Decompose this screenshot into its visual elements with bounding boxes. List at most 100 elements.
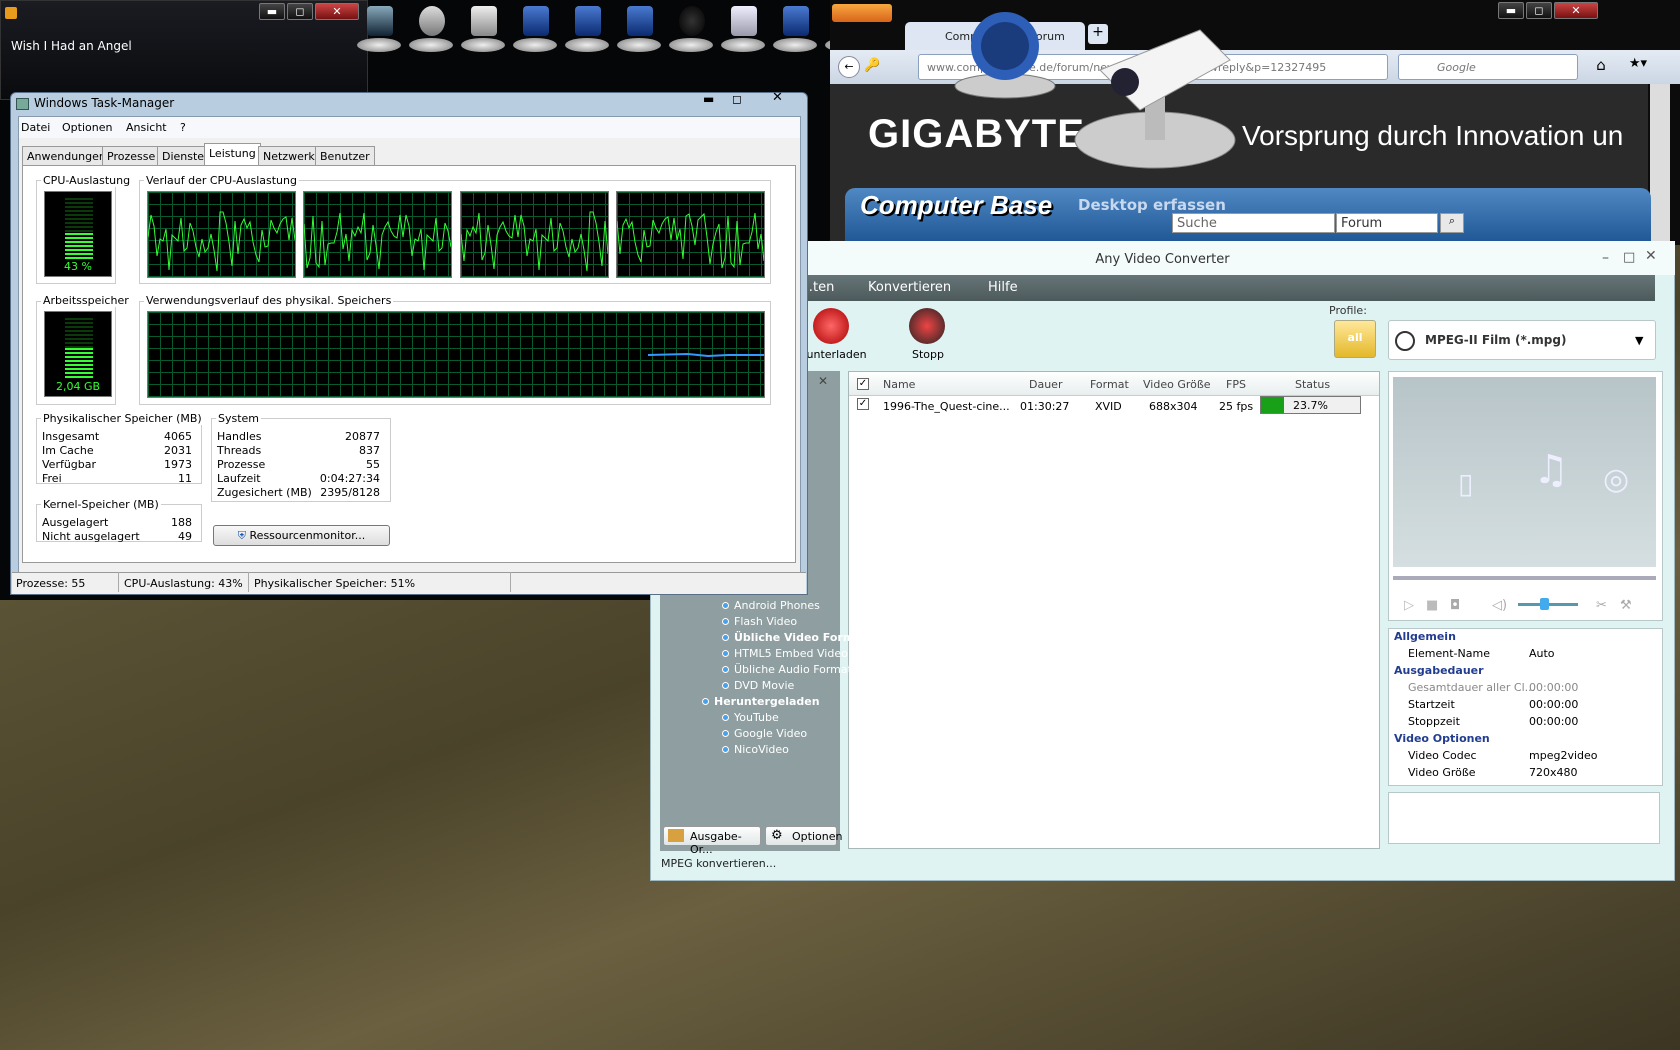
menu-help[interactable]: Hilfe xyxy=(988,280,1018,295)
tree-item[interactable]: Google Video xyxy=(722,727,807,740)
avc-close-button[interactable]: ✕ xyxy=(1645,248,1657,264)
tree-item[interactable]: Flash Video xyxy=(722,615,797,628)
dock-icon-folder[interactable] xyxy=(615,2,663,52)
prop-value[interactable]: Auto xyxy=(1529,647,1555,660)
tab-netzwerk[interactable]: Netzwerk xyxy=(258,146,320,166)
avc-minimize-button[interactable]: – xyxy=(1602,250,1609,266)
col-duration[interactable]: Dauer xyxy=(1029,378,1062,391)
menu-datei[interactable]: Datei xyxy=(21,121,50,134)
back-button[interactable]: ← xyxy=(838,56,860,78)
volume-thumb[interactable] xyxy=(1540,598,1549,610)
tm-close-button[interactable]: ✕ xyxy=(772,90,783,105)
tree-node-icon xyxy=(722,602,729,609)
col-name[interactable]: Name xyxy=(883,378,915,391)
recycle-bin-icon[interactable] xyxy=(719,2,767,52)
close-button[interactable]: ✕ xyxy=(315,3,359,20)
kv-key: Zugesichert (MB) xyxy=(217,486,312,499)
tm-minimize-button[interactable]: ▬ xyxy=(703,92,714,106)
tree-item[interactable]: Android Phones xyxy=(722,599,820,612)
profile-label: Profile: xyxy=(1329,304,1367,317)
row-checkbox[interactable]: ✓ xyxy=(857,398,869,410)
ff-maximize-button[interactable]: ◻ xyxy=(1526,2,1552,19)
prop-value[interactable]: 00:00:00 xyxy=(1529,698,1578,711)
ff-close-button[interactable]: ✕ xyxy=(1554,2,1598,19)
seek-bar[interactable] xyxy=(1393,576,1656,580)
mem-value: 2,04 GB xyxy=(55,380,101,393)
dock-icon-folder[interactable] xyxy=(771,2,819,52)
prop-value[interactable]: mpeg2video xyxy=(1529,749,1598,762)
key-icon[interactable]: 🔑 xyxy=(864,58,882,76)
minimize-button[interactable]: ▬ xyxy=(259,3,285,20)
firefox-menu-button[interactable] xyxy=(832,4,892,22)
dock-icon-gauge[interactable] xyxy=(667,2,715,52)
menu-convert[interactable]: Konvertieren xyxy=(868,280,951,295)
download-icon[interactable] xyxy=(813,308,849,344)
kv-key: Handles xyxy=(217,430,262,443)
menu-optionen[interactable]: Optionen xyxy=(62,121,112,134)
tab-anwendungen[interactable]: Anwendungen xyxy=(22,146,111,166)
settings-icon[interactable]: ⚒ xyxy=(1620,598,1632,613)
search-icon[interactable]: ⌕ xyxy=(1440,213,1464,233)
tab-benutzer[interactable]: Benutzer xyxy=(315,146,375,166)
col-fps[interactable]: FPS xyxy=(1226,378,1246,391)
ff-scrollbar[interactable] xyxy=(1650,84,1670,245)
dock-icon-folder[interactable] xyxy=(563,2,611,52)
tree-item[interactable]: NicoVideo xyxy=(722,743,789,756)
sidebar-close-icon[interactable]: ✕ xyxy=(818,374,828,388)
tab-prozesse[interactable]: Prozesse xyxy=(102,146,161,166)
snapshot-icon[interactable]: ◘ xyxy=(1450,598,1460,613)
home-icon[interactable]: ⌂ xyxy=(1590,56,1612,78)
prop-section[interactable]: Ausgabedauer xyxy=(1394,664,1484,677)
tm-maximize-button[interactable]: ◻ xyxy=(732,92,742,106)
profile-select[interactable]: MPEG-II Film (*.mpg) xyxy=(1388,320,1656,360)
ff-minimize-button[interactable]: ▬ xyxy=(1498,2,1524,19)
prop-value[interactable]: 00:00:00 xyxy=(1529,681,1578,694)
play-icon[interactable]: ▷ xyxy=(1404,598,1414,613)
prop-section[interactable]: Allgemein xyxy=(1394,630,1456,643)
chevron-down-icon[interactable]: ▼ xyxy=(1635,334,1643,347)
col-status[interactable]: Status xyxy=(1295,378,1330,391)
tree-item[interactable]: HTML5 Embed Video xyxy=(722,647,848,660)
kv-key: Im Cache xyxy=(42,444,94,457)
select-all-checkbox[interactable]: ✓ xyxy=(857,378,869,390)
gigabyte-banner[interactable]: GIGABYTE xyxy=(868,112,1085,157)
tab-dienste[interactable]: Dienste xyxy=(157,146,210,166)
volume-icon[interactable]: ◁) xyxy=(1492,598,1507,613)
tree-item[interactable]: YouTube xyxy=(722,711,779,724)
kv-key: Laufzeit xyxy=(217,472,261,485)
dock-icon-folder[interactable] xyxy=(511,2,559,52)
menu-help[interactable]: ? xyxy=(180,121,186,134)
dock-icon-network[interactable] xyxy=(407,2,455,52)
prop-section[interactable]: Video Optionen xyxy=(1394,732,1490,745)
kv-row: Insgesamt 4065 xyxy=(42,430,192,444)
tree-item[interactable]: Übliche Video Formate xyxy=(722,631,874,644)
kv-value: 188 xyxy=(171,516,192,529)
dock-icon-1[interactable] xyxy=(355,2,403,52)
tab-leistung[interactable]: Leistung xyxy=(204,143,261,167)
cb-forum-select[interactable]: Forum xyxy=(1336,213,1438,233)
row-name[interactable]: 1996-The_Quest-cine... xyxy=(883,400,1010,413)
bookmarks-icon[interactable]: ★▾ xyxy=(1620,56,1656,78)
stop-icon[interactable] xyxy=(909,308,945,344)
cb-search-input[interactable]: Suche xyxy=(1172,213,1335,233)
stop-preview-icon[interactable]: ■ xyxy=(1426,598,1438,613)
search-input[interactable]: Google xyxy=(1398,54,1578,80)
col-size[interactable]: Video Größe xyxy=(1143,378,1211,391)
dock-icon-drive[interactable] xyxy=(459,2,507,52)
tree-item[interactable]: DVD Movie xyxy=(722,679,794,692)
tree-item[interactable]: Übliche Audio Formate xyxy=(722,663,859,676)
resource-monitor-button[interactable]: ⛨ Ressourcenmonitor... xyxy=(213,525,390,546)
menu-ansicht[interactable]: Ansicht xyxy=(126,121,167,134)
maximize-button[interactable]: ◻ xyxy=(287,3,313,20)
cut-icon[interactable]: ✂ xyxy=(1596,598,1607,613)
stop-label[interactable]: Stopp xyxy=(912,348,944,361)
prop-value[interactable]: 00:00:00 xyxy=(1529,715,1578,728)
cb-logo[interactable]: Computer Base xyxy=(860,190,1052,221)
prop-value[interactable]: 720x480 xyxy=(1529,766,1578,779)
avc-maximize-button[interactable]: □ xyxy=(1623,250,1635,265)
download-label[interactable]: runterladen xyxy=(802,348,867,361)
tree-item[interactable]: Heruntergeladen xyxy=(702,695,820,708)
status-divider xyxy=(510,572,511,592)
col-format[interactable]: Format xyxy=(1090,378,1129,391)
profile-all-button[interactable]: all xyxy=(1334,320,1376,358)
